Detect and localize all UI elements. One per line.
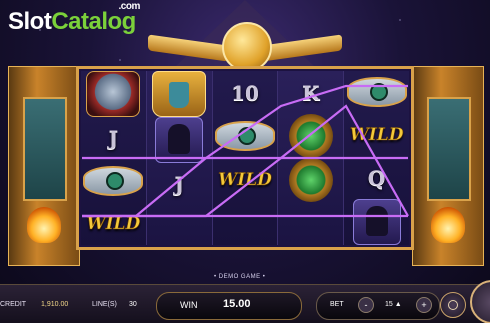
reel-3: 10 WILD	[212, 71, 279, 246]
eagle-symbol-icon	[86, 71, 141, 117]
wild-symbol: WILD	[86, 213, 141, 234]
demo-game-label: • DEMO GAME •	[214, 274, 266, 280]
reels-grid: J WILD J 10 WILD K WILD Q	[81, 71, 409, 246]
left-pillar-panel	[23, 97, 67, 201]
card-symbol: Q	[367, 165, 386, 190]
bet-decrease-button[interactable]: -	[358, 297, 374, 313]
reel-cell	[147, 204, 212, 245]
right-torch-icon	[431, 207, 465, 243]
reel-cell	[278, 202, 343, 245]
wild-symbol: WILD	[349, 125, 404, 146]
card-symbol: J	[108, 126, 119, 151]
crest-right-wing	[262, 34, 342, 62]
bet-increase-button[interactable]: +	[416, 297, 432, 313]
lines-value: 30	[129, 301, 137, 308]
autoplay-button[interactable]	[440, 292, 466, 318]
reel-cell: Q	[344, 156, 409, 199]
reel-cell: J	[147, 163, 212, 204]
reel-5: WILD Q	[344, 71, 409, 246]
reel-cell: WILD	[213, 158, 278, 202]
right-pillar-panel	[427, 97, 471, 201]
eye-symbol-icon	[214, 121, 275, 152]
reel-cell	[213, 115, 278, 159]
win-value: 15.00	[223, 298, 251, 310]
reel-1: J WILD	[81, 71, 147, 245]
reel-cell: K	[278, 71, 343, 114]
reel-cell	[278, 114, 343, 158]
left-torch-icon	[27, 207, 61, 243]
card-symbol: 10	[231, 80, 259, 105]
anubis-symbol-icon	[352, 199, 401, 246]
reel-cell	[278, 158, 343, 202]
reel-cell: WILD	[344, 114, 409, 157]
bet-label: BET	[330, 301, 344, 308]
eye-symbol-icon	[346, 77, 407, 108]
eye-symbol-icon	[83, 166, 144, 196]
crest-left-wing	[148, 34, 228, 62]
bet-value: 15 ▲	[385, 301, 402, 308]
winged-sun-crest	[148, 22, 342, 72]
reel-cell: J	[81, 117, 146, 160]
game-scene: J WILD J 10 WILD K WILD Q SlotCatalog .com • DE…	[0, 0, 490, 323]
card-symbol: J	[174, 171, 184, 196]
left-pillar	[8, 66, 80, 266]
reel-4: K	[278, 71, 345, 245]
reel-cell	[81, 160, 146, 203]
reel-cell	[344, 71, 409, 114]
reel-frame: J WILD J 10 WILD K WILD Q	[76, 66, 414, 250]
logo-part-catalog: Catalog	[51, 8, 136, 35]
reel-cell	[213, 202, 278, 246]
win-label: WIN	[180, 300, 198, 310]
logo-part-slot: Slot	[8, 8, 52, 35]
reel-cell	[344, 199, 409, 246]
right-pillar	[412, 66, 484, 266]
site-logo: SlotCatalog .com	[8, 1, 140, 36]
pharaoh-symbol-icon	[152, 71, 207, 117]
scarab-symbol-icon	[288, 158, 333, 202]
card-symbol: K	[302, 80, 320, 105]
reel-cell: WILD	[81, 202, 146, 245]
reel-cell	[81, 71, 146, 117]
sun-disk-icon	[222, 22, 272, 72]
credit-value: 1,910.00	[41, 301, 69, 308]
anubis-symbol-icon	[155, 117, 204, 163]
reel-cell	[147, 71, 212, 117]
reel-2: J	[146, 71, 213, 245]
scarab-symbol-icon	[288, 114, 333, 158]
lines-label: LINE(S)	[92, 301, 117, 308]
credit-label: CREDIT	[0, 301, 27, 308]
reel-cell: 10	[213, 71, 278, 115]
wild-symbol: WILD	[218, 169, 272, 190]
reel-cell	[147, 117, 212, 163]
logo-suffix: .com	[118, 1, 141, 12]
